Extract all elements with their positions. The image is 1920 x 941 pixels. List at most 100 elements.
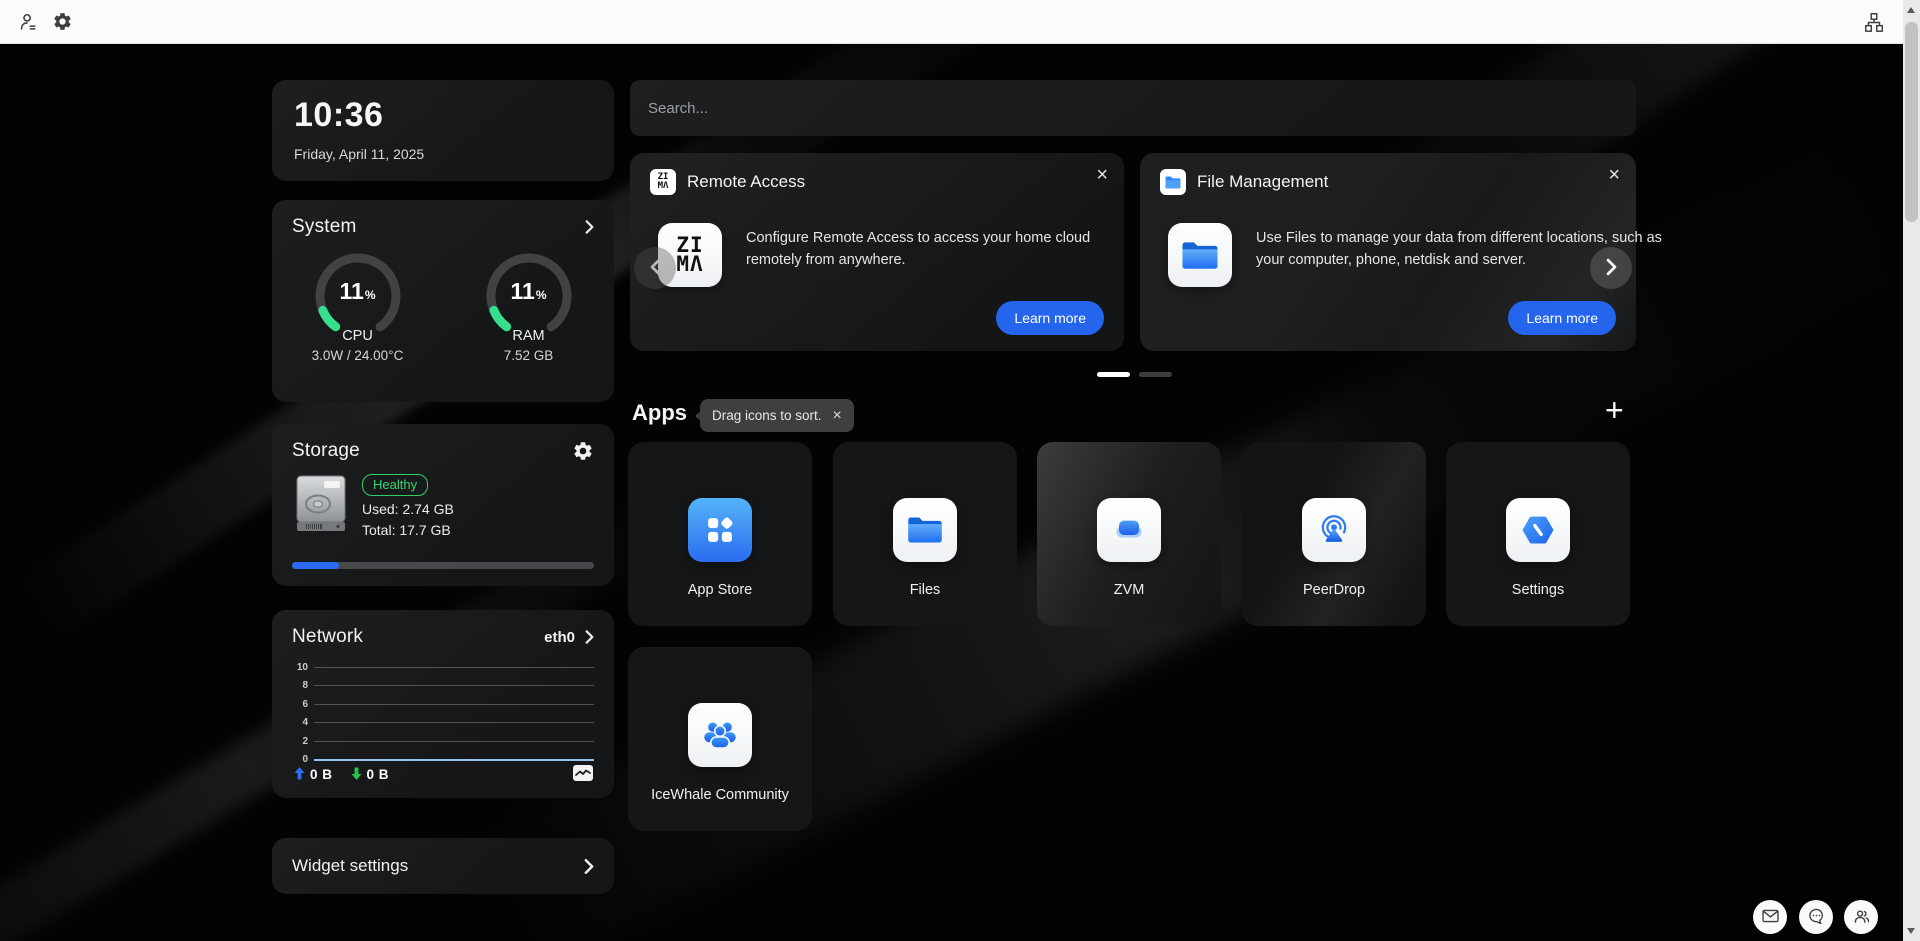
storage-widget-title: Storage	[292, 440, 360, 462]
ram-gauge: 11% RAM 7.52 GB	[443, 248, 614, 363]
system-widget: System 11% CPU 3.0W / 24.00°C	[272, 200, 614, 402]
carousel-dot[interactable]	[1139, 372, 1172, 377]
storage-widget: Storage	[272, 424, 614, 586]
account-button[interactable]	[16, 11, 40, 35]
cpu-percent: 11	[340, 278, 364, 304]
folder-large-icon	[1168, 223, 1232, 287]
app-store-icon	[688, 498, 752, 562]
close-icon[interactable]: ×	[1608, 165, 1620, 185]
carousel-dots	[1097, 372, 1172, 377]
learn-more-button[interactable]: Learn more	[996, 301, 1104, 335]
ram-label: RAM	[481, 328, 577, 344]
close-icon[interactable]: ×	[1096, 165, 1108, 185]
storage-progress-fill	[292, 562, 339, 569]
carousel-prev-button[interactable]	[634, 247, 676, 289]
sitemap-icon	[1863, 11, 1885, 36]
apps-heading: Apps	[632, 400, 687, 426]
network-chart: 10 8 6 4 2 0	[292, 658, 594, 769]
account-icon	[17, 11, 39, 36]
download-stat: 0 B	[351, 767, 390, 783]
zima-logo-icon: ZIMΛ	[650, 169, 676, 195]
app-tile-label: Settings	[1446, 582, 1630, 598]
widget-settings-label: Widget settings	[292, 856, 408, 876]
zvm-icon	[1097, 498, 1161, 562]
browser-toolbar	[0, 0, 1920, 44]
chevron-right-icon[interactable]	[585, 630, 594, 644]
learn-more-button[interactable]: Learn more	[1508, 301, 1616, 335]
hard-drive-icon	[294, 474, 348, 539]
clock-date: Friday, April 11, 2025	[294, 146, 592, 162]
mail-icon	[1762, 909, 1779, 926]
chevron-left-icon	[650, 258, 661, 279]
settings-button[interactable]	[50, 11, 74, 35]
y-tick: 8	[292, 680, 314, 691]
settings-hexagon-icon	[1506, 498, 1570, 562]
network-widget: Network eth0 10 8 6 4 2 0 0 B	[272, 610, 614, 798]
promo-title: Remote Access	[687, 172, 805, 192]
app-tile-label: App Store	[628, 582, 812, 598]
ram-detail: 7.52 GB	[504, 348, 554, 363]
carousel-dot-active[interactable]	[1097, 372, 1130, 377]
search-input[interactable]	[630, 80, 1636, 136]
cpu-label: CPU	[310, 328, 406, 344]
upload-stat: 0 B	[294, 767, 333, 783]
zero-data-line	[314, 759, 594, 761]
promo-title: File Management	[1197, 172, 1328, 192]
app-tile-icewhale-community[interactable]: IceWhale Community	[628, 647, 812, 831]
chevron-right-icon	[584, 859, 594, 874]
add-app-button[interactable]: +	[1605, 394, 1624, 426]
y-tick: 2	[292, 736, 314, 747]
storage-progress-bar	[292, 562, 594, 569]
widget-settings-row[interactable]: Widget settings	[272, 838, 614, 894]
network-interface: eth0	[544, 629, 575, 646]
tooltip-text: Drag icons to sort.	[712, 408, 822, 423]
gear-icon	[52, 11, 73, 35]
scroll-up-arrow-icon[interactable]	[1907, 7, 1915, 13]
app-tile-peerdrop[interactable]: PeerDrop	[1242, 442, 1426, 626]
clock-time: 10:36	[294, 96, 592, 135]
clock-widget: 10:36 Friday, April 11, 2025	[272, 80, 614, 181]
promo-card-file-management: File Management × Use Files to manage yo…	[1140, 153, 1636, 351]
system-widget-title: System	[292, 216, 357, 238]
feedback-mail-button[interactable]	[1753, 900, 1787, 934]
app-tile-label: ZVM	[1037, 582, 1221, 598]
app-tile-label: IceWhale Community	[628, 787, 812, 803]
community-button[interactable]	[1844, 900, 1878, 934]
upload-arrow-icon	[294, 767, 305, 783]
chevron-right-icon[interactable]	[585, 220, 594, 234]
community-people-icon	[688, 703, 752, 767]
storage-settings-gear-icon[interactable]	[572, 440, 594, 462]
ram-percent: 11	[511, 278, 535, 304]
storage-total: Total: 17.7 GB	[362, 522, 454, 538]
app-tile-app-store[interactable]: App Store	[628, 442, 812, 626]
chevron-right-icon	[1606, 258, 1617, 279]
y-tick: 4	[292, 717, 314, 728]
storage-health-badge: Healthy	[362, 474, 428, 496]
chart-style-toggle-button[interactable]	[572, 764, 594, 785]
scroll-down-arrow-icon[interactable]	[1907, 928, 1915, 934]
download-arrow-icon	[351, 767, 362, 783]
carousel-next-button[interactable]	[1590, 247, 1632, 289]
y-tick: 6	[292, 699, 314, 710]
app-tile-files[interactable]: Files	[833, 442, 1017, 626]
drag-sort-tooltip: Drag icons to sort. ×	[700, 399, 854, 432]
promo-card-remote-access: ZIMΛ Remote Access × ZIMΛ Configure Remo…	[630, 153, 1124, 351]
app-tile-settings[interactable]: Settings	[1446, 442, 1630, 626]
scrollbar-thumb[interactable]	[1905, 22, 1918, 222]
people-icon	[1853, 908, 1870, 927]
folder-icon	[1160, 169, 1186, 195]
peerdrop-icon	[1302, 498, 1366, 562]
cpu-gauge: 11% CPU 3.0W / 24.00°C	[272, 248, 443, 363]
chat-button[interactable]	[1799, 900, 1833, 934]
network-topology-button[interactable]	[1862, 11, 1886, 35]
chat-bubble-icon	[1808, 908, 1825, 927]
promo-description: Configure Remote Access to access your h…	[746, 227, 1118, 272]
close-icon[interactable]: ×	[833, 408, 842, 424]
storage-used: Used: 2.74 GB	[362, 501, 454, 517]
app-tile-label: Files	[833, 582, 1017, 598]
page-scrollbar[interactable]	[1903, 0, 1920, 941]
line-chart-icon	[572, 764, 594, 785]
app-tile-label: PeerDrop	[1242, 582, 1426, 598]
app-tile-zvm[interactable]: ZVM	[1037, 442, 1221, 626]
y-tick: 10	[292, 662, 314, 673]
